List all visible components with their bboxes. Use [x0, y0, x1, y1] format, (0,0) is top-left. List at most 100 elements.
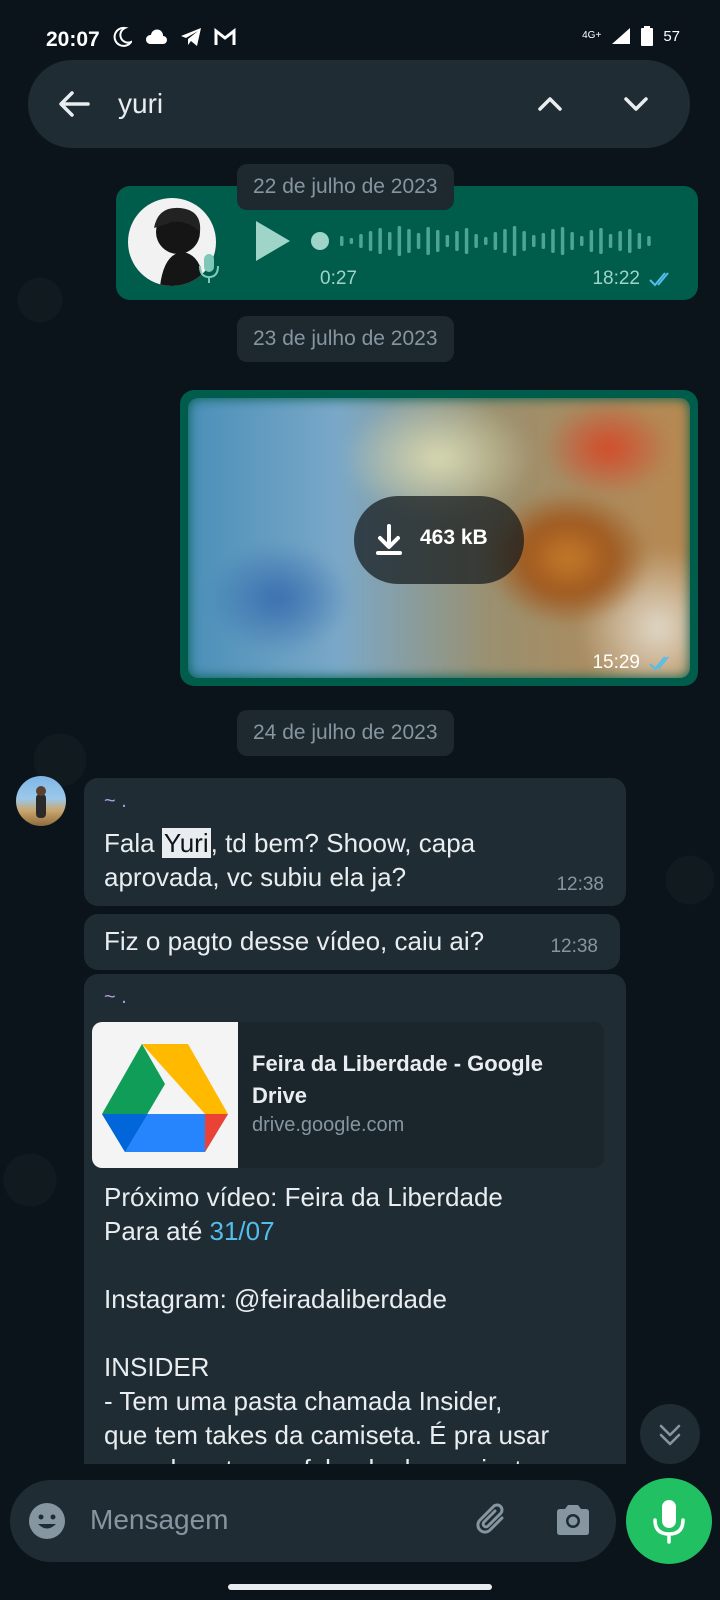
waveform-bar [637, 233, 642, 249]
waveform-bar [599, 228, 603, 254]
search-bar: yuri [28, 60, 690, 148]
waveform-bar [464, 228, 469, 254]
message-input[interactable]: Mensagem [90, 1504, 229, 1536]
image-message-bubble[interactable]: 463 kB 15:29 [180, 390, 698, 686]
waveform-scrubber[interactable] [311, 232, 329, 250]
network-type: 4G+ [582, 30, 602, 41]
waveform-bar [340, 236, 344, 246]
waveform-bar [426, 227, 430, 255]
message-timestamp: 12:38 [556, 874, 604, 895]
message-composer[interactable]: Mensagem [10, 1480, 616, 1562]
waveform-bar [551, 229, 555, 253]
waveform-bar [522, 231, 526, 251]
battery-level: 57 [663, 27, 680, 45]
incoming-message-bubble[interactable]: ~ . Feira da Liberdade - Google Drive dr… [84, 974, 626, 1494]
chevron-up-icon[interactable] [532, 86, 568, 122]
play-icon[interactable] [252, 218, 292, 264]
link-thumbnail [92, 1022, 238, 1168]
waveform-bar [570, 232, 574, 250]
date-chip: 23 de julho de 2023 [237, 316, 454, 362]
date-chip: 24 de julho de 2023 [237, 710, 454, 756]
message-timestamp: 12:38 [550, 936, 598, 957]
waveform-bar [368, 231, 373, 251]
chevron-down-icon[interactable] [618, 86, 654, 122]
link-title: Feira da Liberdade - Google Drive [252, 1051, 543, 1108]
microphone-badge-icon [199, 254, 219, 283]
waveform-bar [628, 229, 632, 253]
telegram-icon [181, 28, 201, 46]
sender-name[interactable]: ~ . [104, 986, 127, 1009]
waveform-bar [580, 236, 584, 246]
search-input[interactable]: yuri [118, 88, 163, 120]
waveform-bar [493, 232, 498, 250]
date-link[interactable]: 31/07 [210, 1216, 275, 1246]
status-system-icons: 4G+ 57 [582, 26, 680, 46]
message-line: Instagram: @feiradaliberdade [104, 1284, 447, 1314]
moon-icon [113, 26, 132, 47]
battery-icon [641, 26, 654, 46]
message-text-part: aprovada, vc subiu ela ja? [104, 862, 407, 892]
home-indicator [228, 1584, 492, 1590]
camera-icon[interactable] [554, 1502, 592, 1538]
status-bar: 20:07 4G+ 57 [0, 0, 720, 56]
incoming-message-bubble[interactable]: Fiz o pagto desse vídeo, caiu ai? 12:38 [84, 914, 620, 970]
waveform-bar [388, 232, 392, 250]
link-preview-card[interactable]: Feira da Liberdade - Google Drive drive.… [92, 1022, 604, 1168]
date-chip: 22 de julho de 2023 [237, 164, 454, 210]
back-arrow-icon[interactable] [54, 84, 94, 124]
waveform-bar [532, 235, 536, 247]
waveform-bar [407, 229, 411, 253]
emoji-icon[interactable] [28, 1502, 66, 1540]
message-line: Próximo vídeo: Feira da Liberdade [104, 1182, 503, 1212]
message-text-part: Fala [104, 828, 162, 858]
read-ticks-icon [649, 272, 669, 287]
read-ticks-icon [649, 656, 669, 671]
voice-duration: 0:27 [320, 268, 357, 289]
message-text: Próximo vídeo: Feira da Liberdade Para a… [104, 1180, 549, 1486]
image-timestamp: 15:29 [592, 652, 640, 673]
waveform-bar [474, 234, 478, 248]
gmail-icon [214, 28, 236, 45]
message-text: Fala Yuri, td bem? Shoow, capa aprovada,… [104, 826, 475, 894]
microphone-icon [653, 1500, 685, 1544]
waveform-bar [397, 226, 402, 256]
waveform-bar [503, 229, 507, 253]
waveform-bar [416, 233, 421, 249]
status-time: 20:07 [46, 28, 100, 51]
waveform-bar [608, 234, 613, 248]
download-button[interactable]: 463 kB [354, 496, 524, 584]
message-line: Para até [104, 1216, 210, 1246]
scroll-to-bottom-button[interactable] [640, 1404, 700, 1464]
incoming-message-bubble[interactable]: ~ . Fala Yuri, td bem? Shoow, capa aprov… [84, 778, 626, 906]
search-highlight: Yuri [161, 828, 211, 858]
voice-timestamp: 18:22 [592, 268, 640, 289]
message-text: Fiz o pagto desse vídeo, caiu ai? [104, 926, 485, 956]
link-domain: drive.google.com [252, 1114, 405, 1136]
waveform-bar [359, 234, 363, 248]
waveform-bar [618, 231, 622, 251]
voice-waveform[interactable] [310, 218, 660, 264]
sender-name[interactable]: ~ . [104, 790, 127, 813]
status-notification-icons [112, 26, 236, 48]
waveform-bar [436, 230, 440, 252]
waveform-bar [349, 238, 354, 244]
voice-record-button[interactable] [626, 1478, 712, 1564]
message-line: - Tem uma pasta chamada Insider, [104, 1386, 503, 1416]
download-arrow-icon [376, 524, 402, 555]
google-drive-icon [102, 1044, 228, 1152]
waveform-bar [560, 227, 565, 255]
waveform-bar [484, 237, 488, 245]
signal-icon [612, 28, 631, 44]
sender-avatar[interactable] [16, 776, 66, 826]
message-text-part: , td bem? Shoow, capa [210, 828, 476, 858]
double-chevron-down-icon [659, 1424, 681, 1446]
paperclip-icon[interactable] [472, 1500, 512, 1540]
waveform-bar [455, 231, 459, 251]
waveform-bar [541, 233, 546, 249]
download-size: 463 kB [420, 526, 488, 549]
waveform-bar [647, 236, 651, 246]
cloud-icon [145, 29, 167, 44]
waveform-bar [445, 235, 450, 247]
waveform-bar [378, 228, 382, 254]
waveform-bar [589, 230, 594, 252]
